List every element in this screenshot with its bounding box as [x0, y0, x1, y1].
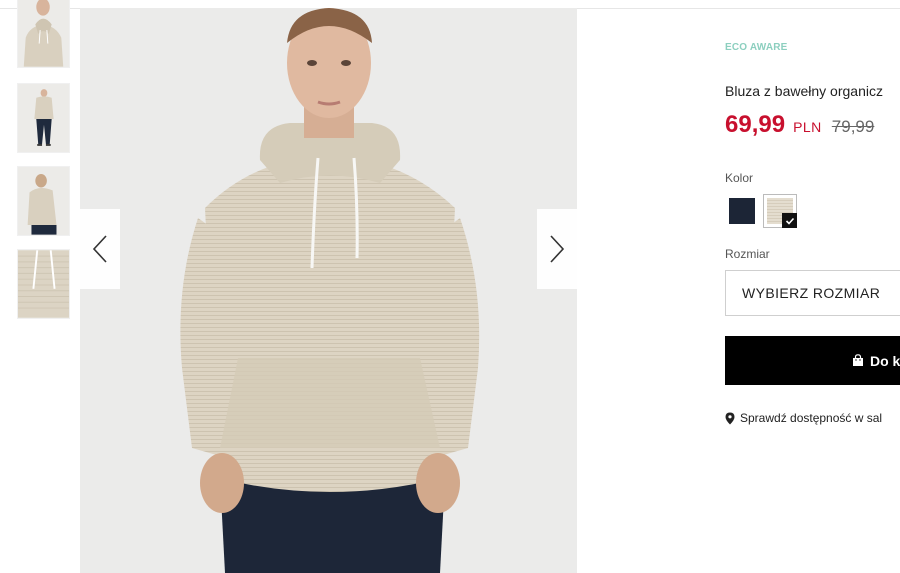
color-label: Kolor — [725, 171, 754, 185]
price-row: 69,99 PLN 79,99 — [725, 111, 874, 139]
hoodie-model-photo — [80, 8, 577, 573]
add-to-cart-label: Do k — [870, 352, 900, 369]
product-page: ECO AWARE Bluza z bawełny organicz 69,99… — [0, 0, 900, 573]
thumbnail-image — [18, 250, 69, 318]
color-swatch-navy[interactable] — [729, 198, 755, 224]
thumbnail-3[interactable] — [17, 166, 70, 236]
store-availability-text: Sprawdź dostępność w sal — [740, 411, 883, 425]
main-product-image[interactable] — [80, 8, 577, 573]
eco-aware-badge: ECO AWARE — [725, 42, 788, 53]
add-to-cart-button[interactable]: Do k — [725, 336, 900, 385]
thumbnail-image — [18, 84, 69, 152]
color-swatch-beige[interactable] — [763, 194, 797, 228]
product-title: Bluza z bawełny organicz — [725, 83, 883, 99]
size-select[interactable]: WYBIERZ ROZMIAR — [725, 270, 900, 316]
chevron-right-icon — [550, 235, 565, 263]
size-select-text: WYBIERZ ROZMIAR — [742, 285, 881, 301]
store-availability-link[interactable]: Sprawdź dostępność w sal — [725, 411, 882, 425]
thumbnail-1[interactable] — [17, 0, 70, 68]
size-label: Rozmiar — [725, 247, 770, 261]
map-pin-icon — [725, 412, 735, 424]
next-image-button[interactable] — [537, 209, 577, 289]
prev-image-button[interactable] — [80, 209, 120, 289]
thumbnail-4[interactable] — [17, 249, 70, 319]
current-price: 69,99 — [725, 111, 786, 138]
thumbnail-2[interactable] — [17, 83, 70, 153]
shopping-bag-icon — [853, 354, 863, 366]
selected-check-icon — [782, 213, 797, 228]
product-info-panel: ECO AWARE Bluza z bawełny organicz 69,99… — [725, 0, 900, 573]
old-price: 79,99 — [831, 117, 875, 136]
thumbnail-image — [18, 167, 69, 235]
currency: PLN — [793, 119, 822, 135]
chevron-left-icon — [92, 235, 107, 263]
thumbnail-image — [18, 0, 69, 67]
